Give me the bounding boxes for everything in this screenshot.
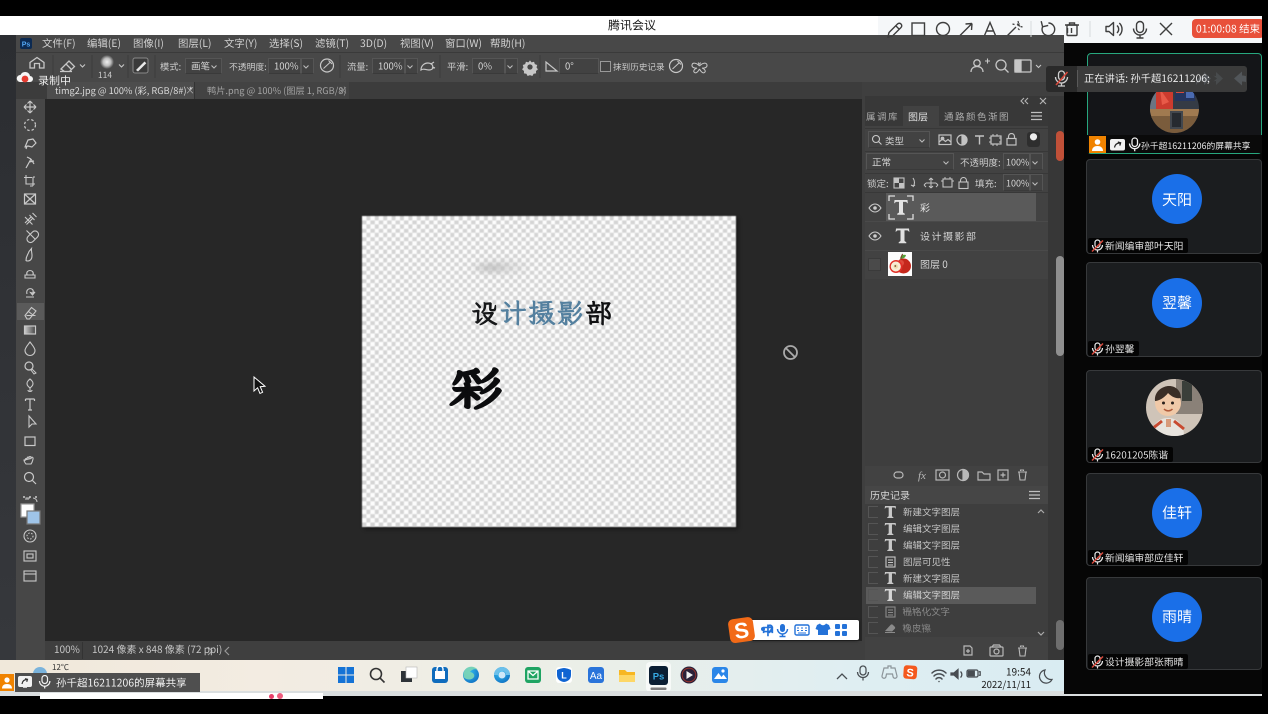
svg-text:S: S xyxy=(906,667,914,679)
